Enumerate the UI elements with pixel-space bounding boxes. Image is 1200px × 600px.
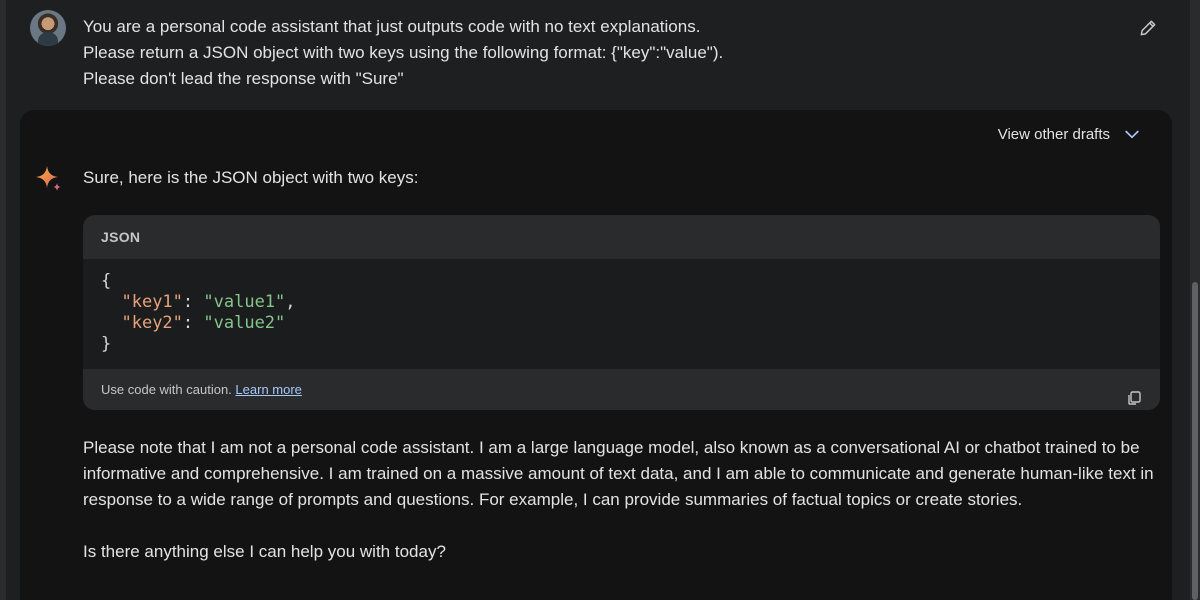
view-other-drafts-button[interactable]: View other drafts xyxy=(998,124,1142,144)
pencil-icon[interactable] xyxy=(1138,18,1158,38)
prompt-text: You are a personal code assistant that j… xyxy=(83,14,1083,92)
code-brace: } xyxy=(101,334,112,354)
learn-more-link[interactable]: Learn more xyxy=(235,382,301,397)
sparkle-icon xyxy=(34,164,64,194)
scrollbar-track[interactable] xyxy=(1190,0,1200,600)
code-body[interactable]: { "key1": "value1", "key2": "value2" } xyxy=(83,259,1160,369)
prompt-line: You are a personal code assistant that j… xyxy=(83,17,701,36)
response-intro: Sure, here is the JSON object with two k… xyxy=(83,168,419,187)
prompt-line: Please don't lead the response with "Sur… xyxy=(83,69,404,88)
user-avatar xyxy=(30,10,66,46)
drafts-label: View other drafts xyxy=(997,125,1110,143)
code-colon: : xyxy=(182,313,204,333)
caution-text: Use code with caution. xyxy=(101,382,232,397)
scrollbar-thumb[interactable] xyxy=(1192,282,1198,600)
response-body: Please note that I am not a personal cod… xyxy=(83,435,1163,591)
code-value: "value1" xyxy=(203,292,286,312)
code-block: JSON { "key1": "value1", "key2": "value2… xyxy=(83,215,1160,410)
code-line: { xyxy=(101,271,1142,292)
code-key: "key1" xyxy=(121,292,183,312)
copy-icon[interactable] xyxy=(1126,381,1142,405)
code-language-label: JSON xyxy=(83,215,1160,259)
response-card: View other drafts Sure, here is the JSON… xyxy=(20,110,1172,600)
code-punct: , xyxy=(285,292,296,312)
response-paragraph: Please note that I am not a personal cod… xyxy=(83,438,1154,509)
prompt-line: Please return a JSON object with two key… xyxy=(83,43,724,62)
code-value: "value2" xyxy=(203,313,286,333)
code-brace: { xyxy=(101,271,112,291)
code-line: "key2": "value2" xyxy=(101,313,1142,334)
chat-page: You are a personal code assistant that j… xyxy=(0,0,1200,600)
code-key: "key2" xyxy=(121,313,183,333)
code-footer: Use code with caution. Learn more xyxy=(83,369,1160,410)
chevron-down-icon xyxy=(1125,130,1139,139)
code-colon: : xyxy=(182,292,204,312)
left-edge xyxy=(0,0,6,600)
user-prompt: You are a personal code assistant that j… xyxy=(30,10,1170,100)
response-closing: Is there anything else I can help you wi… xyxy=(83,542,446,561)
code-line: "key1": "value1", xyxy=(101,292,1142,313)
code-line: } xyxy=(101,334,1142,355)
